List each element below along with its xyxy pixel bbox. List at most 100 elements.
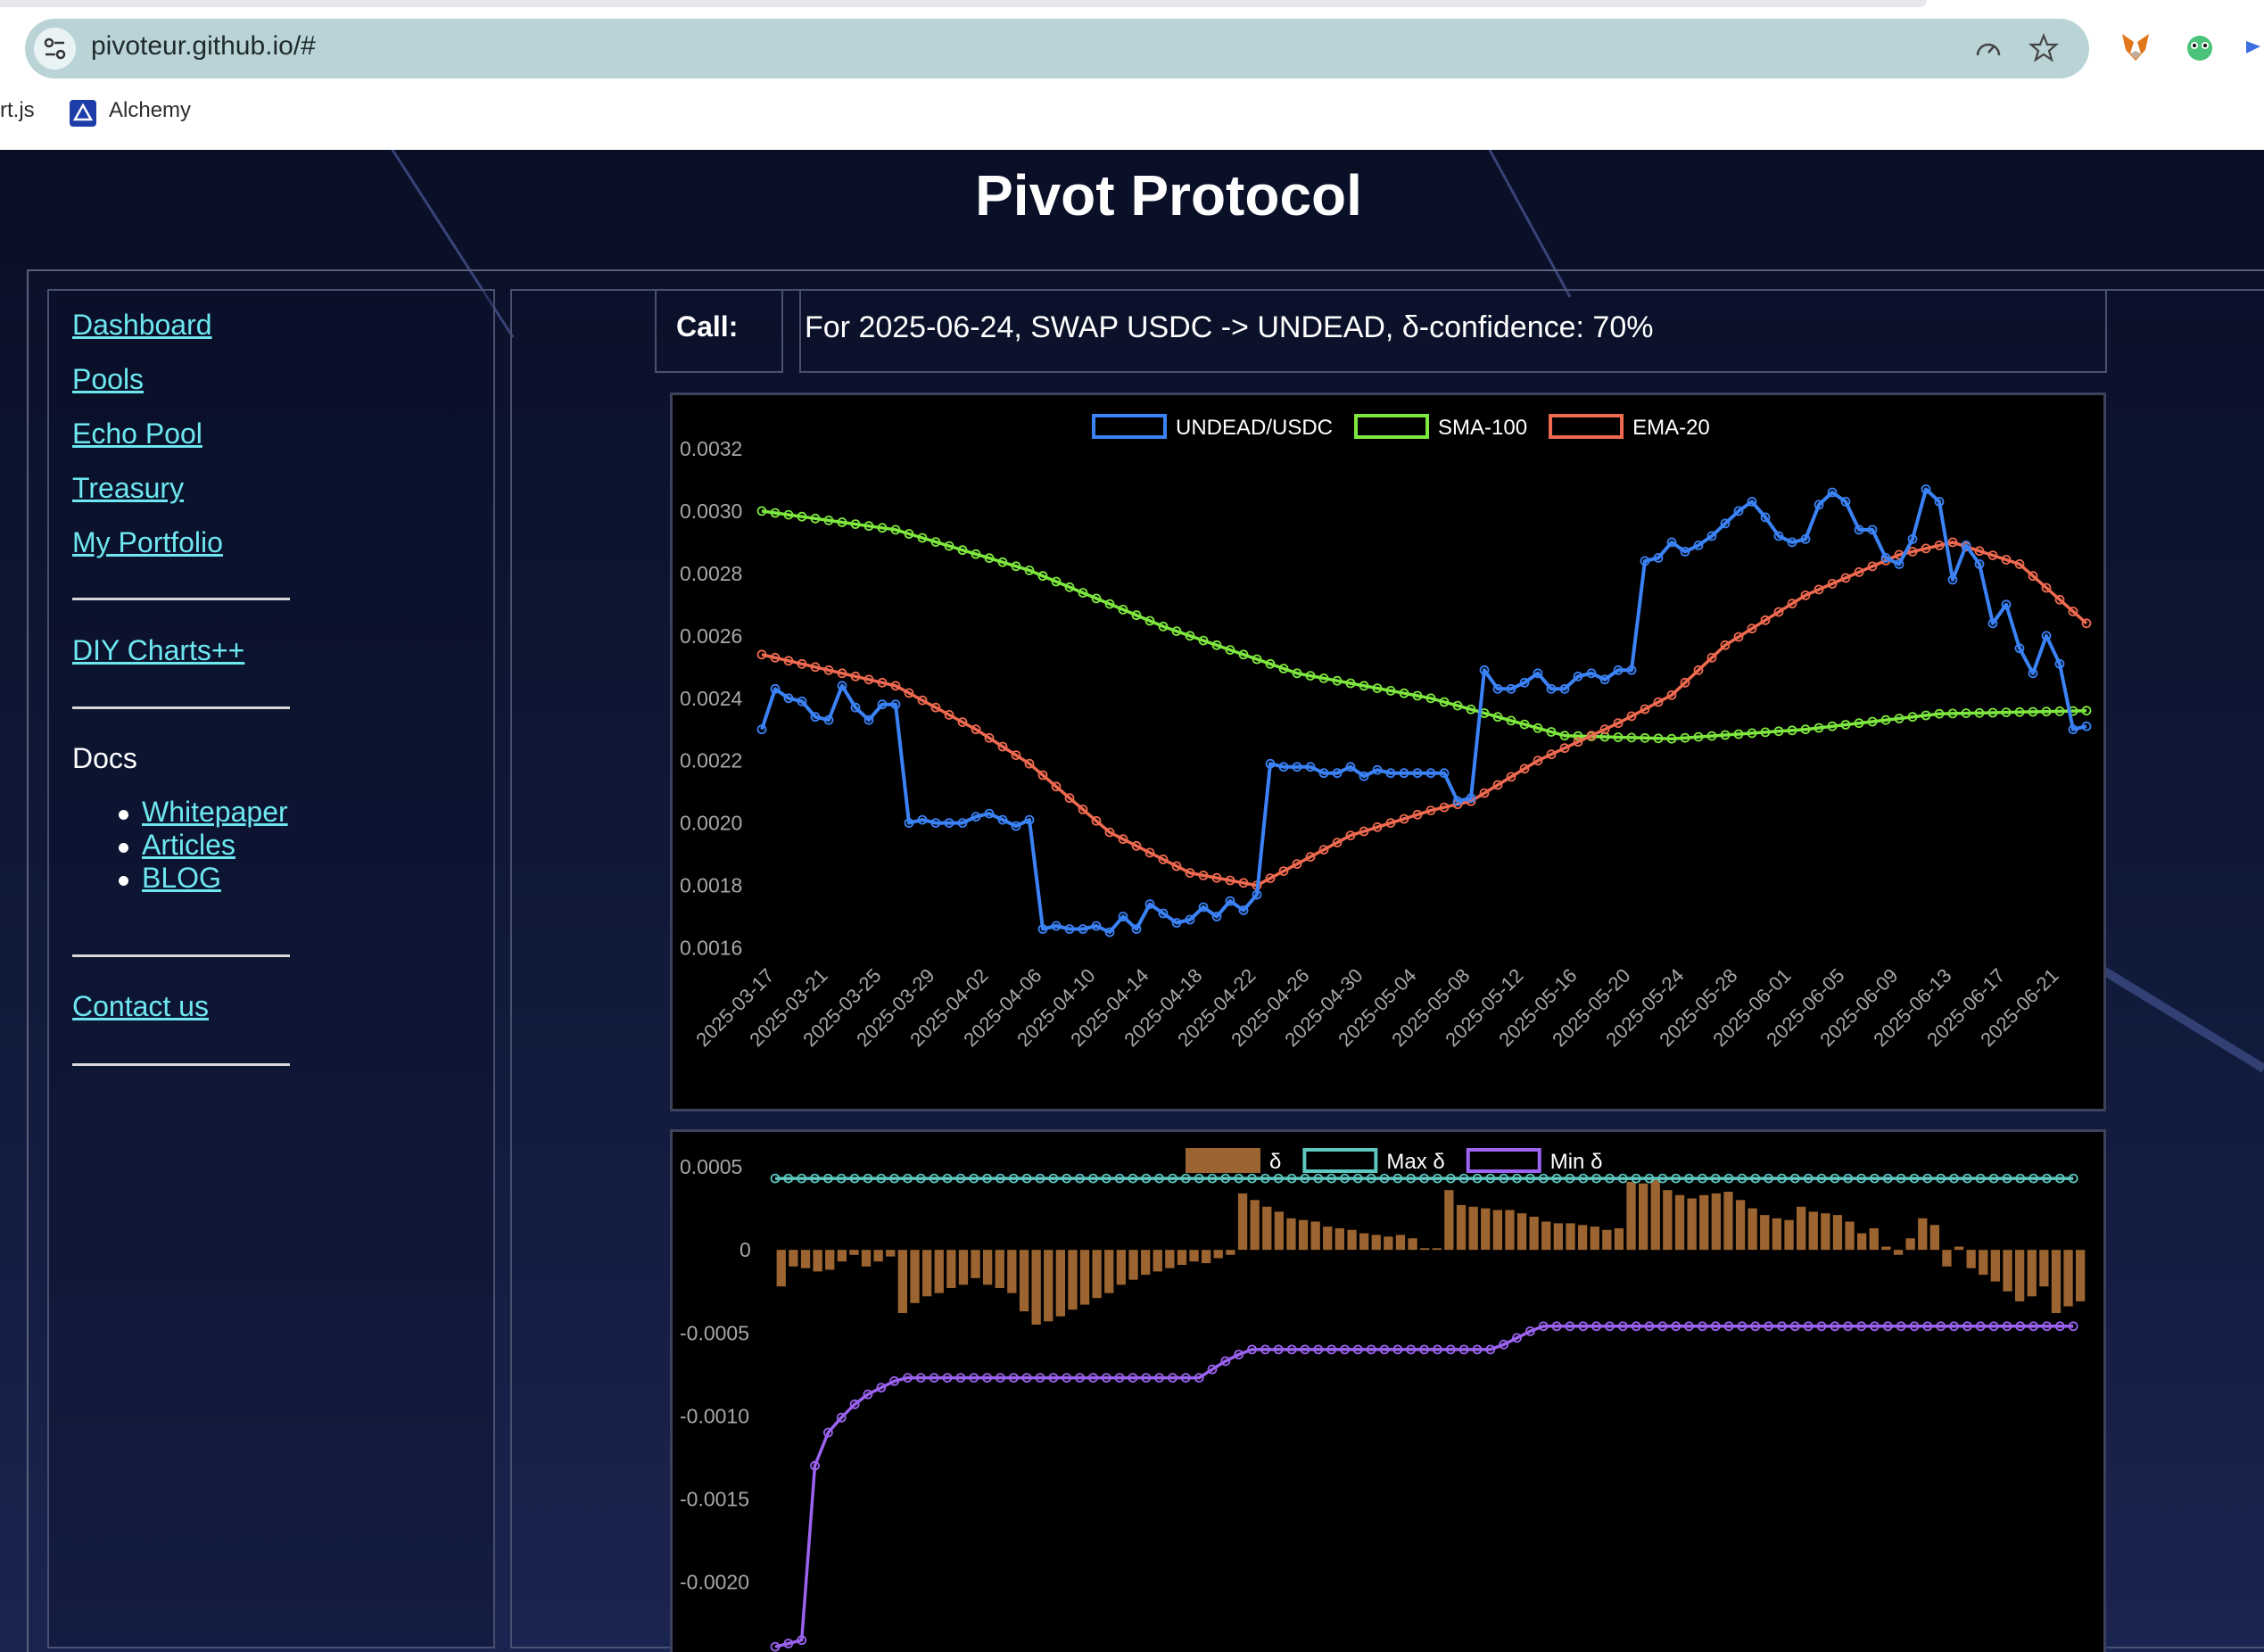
bookmark-star-icon[interactable] — [2029, 33, 2059, 63]
list-bullet — [119, 876, 128, 886]
nav-my-portfolio[interactable]: My Portfolio — [72, 526, 223, 559]
delta-bar — [1177, 1250, 1187, 1265]
url-text[interactable]: pivoteur.github.io/# — [91, 31, 316, 62]
delta-bar — [1104, 1250, 1114, 1293]
y-tick-label: 0.0022 — [680, 749, 742, 772]
delta-bar — [1881, 1246, 1891, 1251]
metamask-extension-icon[interactable] — [2118, 29, 2153, 64]
delta-bar — [1529, 1217, 1539, 1251]
delta-bar — [1674, 1194, 1685, 1251]
delta-bar — [1347, 1229, 1357, 1251]
delta-bar — [1650, 1180, 1660, 1251]
nav-pools[interactable]: Pools — [72, 363, 144, 396]
delta-bar — [1687, 1198, 1697, 1251]
y-tick-label: -0.0015 — [680, 1487, 749, 1510]
delta-bar — [1857, 1233, 1867, 1251]
delta-bar — [1286, 1218, 1296, 1251]
nav-contact-us[interactable]: Contact us — [72, 990, 209, 1023]
y-tick-label: 0.0030 — [680, 500, 742, 523]
nav-echo-pool[interactable]: Echo Pool — [72, 417, 202, 450]
list-bullet — [119, 843, 128, 853]
delta-bar — [1845, 1221, 1855, 1251]
tab-strip-edge — [0, 0, 1927, 7]
delta-bar — [1068, 1250, 1078, 1310]
y-tick-label: -0.0005 — [680, 1321, 749, 1344]
delta-bar — [1553, 1223, 1563, 1251]
delta-bar — [837, 1250, 847, 1262]
docs-blog-link[interactable]: BLOG — [142, 862, 221, 895]
delta-chart-legend-label: Min δ — [1550, 1150, 1603, 1174]
performance-icon[interactable] — [1973, 33, 2004, 63]
delta-bar — [1566, 1223, 1575, 1251]
delta-bar — [1979, 1250, 1988, 1276]
sma-100-series-line — [761, 509, 2087, 740]
nav-diy-charts[interactable]: DIY Charts++ — [72, 634, 244, 667]
delta-bar — [1760, 1215, 1770, 1251]
price-chart-legend-swatch — [1549, 414, 1624, 439]
price-chart-legend-label: UNDEAD/USDC — [1176, 416, 1333, 440]
delta-bar — [995, 1250, 1004, 1288]
delta-bar — [1797, 1206, 1806, 1251]
delta-bar — [1541, 1221, 1551, 1251]
delta-bar — [1492, 1210, 1502, 1251]
call-text-cell: For 2025-06-24, SWAP USDC -> UNDEAD, δ-c… — [799, 291, 2107, 373]
delta-bar — [946, 1250, 956, 1288]
delta-bar — [1262, 1206, 1272, 1251]
price-chart-legend-label: EMA-20 — [1632, 416, 1710, 440]
sidebar-divider — [72, 706, 290, 709]
delta-chart-legend-label: δ — [1269, 1150, 1281, 1174]
nav-treasury[interactable]: Treasury — [72, 472, 184, 505]
address-bar[interactable]: pivoteur.github.io/# — [25, 19, 2089, 78]
alchemy-logo-icon — [70, 100, 96, 127]
delta-bar — [1359, 1233, 1369, 1251]
site-info-icon[interactable] — [34, 28, 76, 70]
delta-bar — [1808, 1211, 1818, 1251]
delta-bar — [1602, 1229, 1612, 1251]
docs-articles-link[interactable]: Articles — [142, 829, 235, 862]
delta-bar — [2039, 1250, 2049, 1287]
nav-dashboard[interactable]: Dashboard — [72, 309, 212, 342]
delta-bar — [983, 1250, 993, 1285]
delta-bar — [1371, 1235, 1381, 1251]
y-tick-label: -0.0020 — [680, 1571, 749, 1594]
undead-usdc-series-line — [760, 487, 2087, 934]
delta-bar — [886, 1250, 896, 1257]
call-text: For 2025-06-24, SWAP USDC -> UNDEAD, δ-c… — [805, 310, 1654, 344]
delta-bar — [897, 1250, 907, 1313]
delta-bar — [934, 1250, 944, 1293]
delta-chart: δ Max δ Min δ 0.0005 0 -0.0005 -0.0010 -0.0015 -… — [670, 1129, 2106, 1652]
delta-bar — [1481, 1208, 1491, 1251]
frog-extension-icon[interactable] — [2182, 29, 2218, 64]
docs-whitepaper-link[interactable]: Whitepaper — [142, 796, 288, 829]
bookmark-chartjs[interactable]: rt.js — [0, 98, 35, 123]
ema-20-series-line — [761, 541, 2088, 888]
delta-bar — [1578, 1225, 1588, 1251]
sidebar-divider — [72, 1063, 290, 1066]
delta-bar — [1784, 1219, 1794, 1251]
delta-bar — [1990, 1250, 2000, 1282]
delta-bar — [873, 1250, 883, 1262]
delta-bar — [1007, 1250, 1017, 1293]
page-title: Pivot Protocol — [975, 163, 1362, 227]
call-label-cell: Call: — [655, 291, 783, 373]
delta-bar — [1310, 1221, 1320, 1251]
delta-bar — [1128, 1250, 1138, 1280]
bookmark-alchemy[interactable]: Alchemy — [109, 98, 191, 123]
delta-bar — [1274, 1211, 1284, 1251]
delta-bar — [800, 1250, 811, 1268]
delta-bar — [1116, 1250, 1126, 1285]
delta-bar — [971, 1250, 980, 1278]
delta-bar — [861, 1250, 872, 1267]
delta-bar — [1626, 1181, 1636, 1251]
delta-bar — [1044, 1250, 1054, 1322]
delta-bar — [1250, 1200, 1260, 1251]
delta-bar — [1748, 1208, 1757, 1251]
delta-chart-legend-label: Max δ — [1386, 1150, 1444, 1174]
delta-bar — [2003, 1250, 2012, 1292]
y-tick-label: 0.0020 — [680, 812, 742, 835]
delta-bar — [922, 1250, 932, 1297]
delta-bar — [1323, 1227, 1333, 1251]
y-tick-label: 0.0028 — [680, 562, 742, 585]
extension-icon[interactable] — [2243, 29, 2264, 64]
y-tick-label: -0.0010 — [680, 1404, 749, 1427]
